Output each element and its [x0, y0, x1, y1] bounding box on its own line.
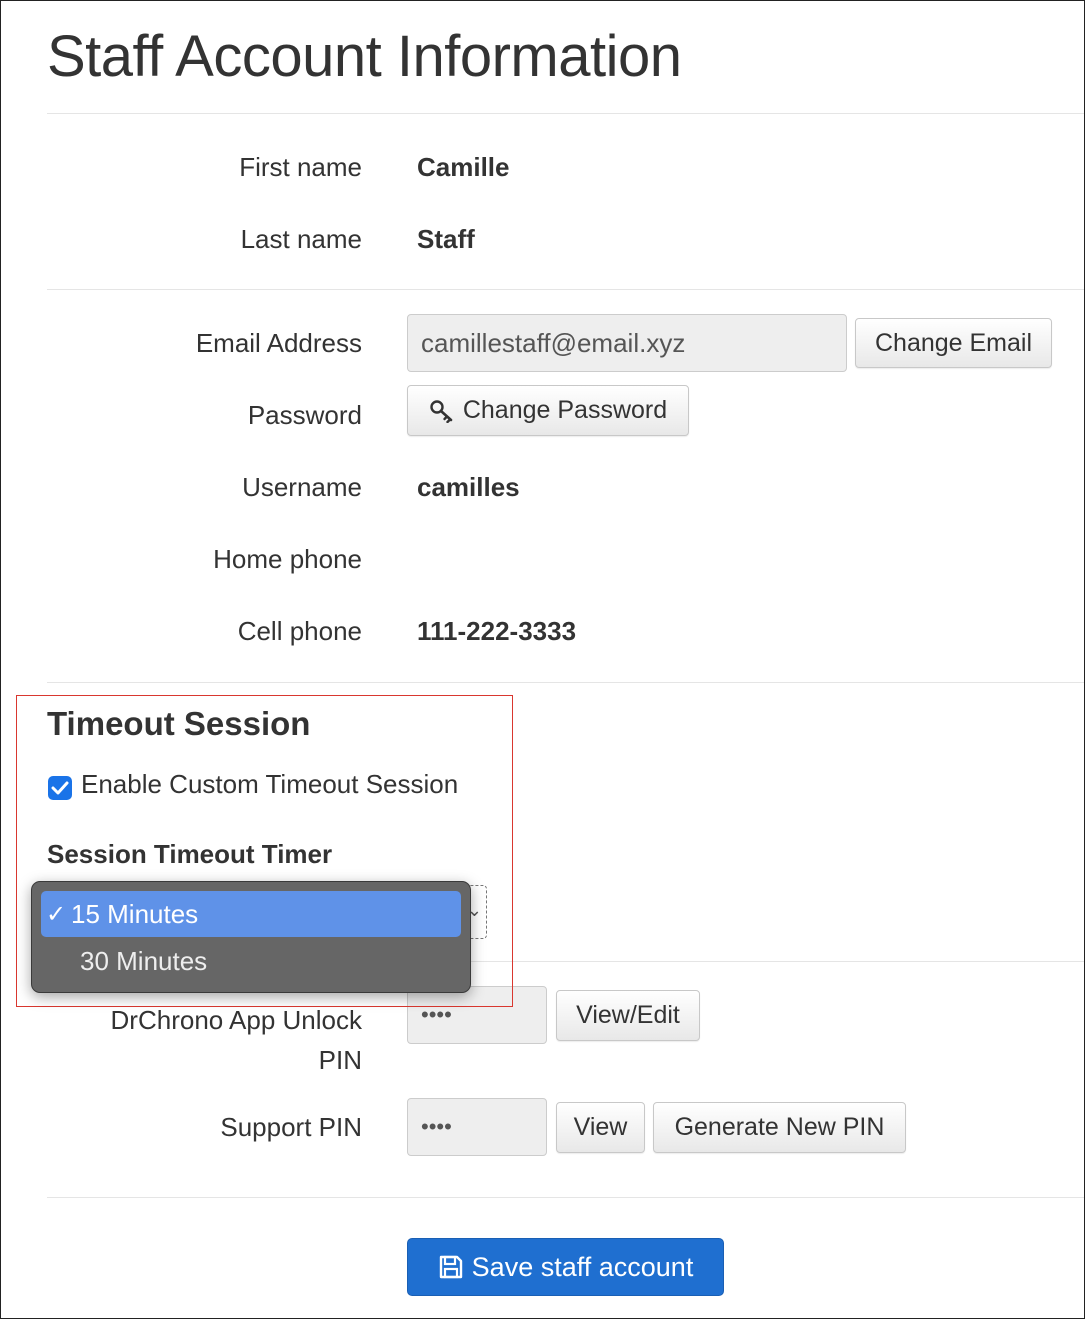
page-frame: Staff Account Information First name Cam… — [0, 0, 1085, 1319]
generate-pin-button[interactable]: Generate New PIN — [653, 1102, 906, 1153]
key-icon — [430, 399, 453, 423]
cell-phone-value: 111-222-3333 — [417, 616, 577, 646]
support-pin-value: •••• — [421, 1114, 452, 1139]
checkmark-icon — [51, 781, 69, 795]
selected-check-icon: ✓ — [45, 900, 67, 928]
session-timer-label: Session Timeout Timer — [47, 839, 333, 869]
support-pin-label: Support PIN — [220, 1112, 362, 1142]
username-value: camilles — [417, 472, 520, 502]
page-title: Staff Account Information — [47, 24, 682, 89]
enable-timeout-checkbox[interactable] — [48, 776, 72, 800]
divider — [47, 113, 1084, 114]
username-label: Username — [242, 472, 362, 502]
email-label: Email Address — [195, 328, 362, 358]
timeout-session-heading: Timeout Session — [47, 705, 311, 742]
save-staff-account-button[interactable]: Save staff account — [407, 1238, 724, 1296]
email-field[interactable]: camillestaff@email.xyz — [407, 314, 847, 372]
app-unlock-pin-value: •••• — [421, 1002, 452, 1027]
divider — [47, 289, 1084, 290]
change-email-button[interactable]: Change Email — [855, 318, 1052, 368]
option-label: 30 Minutes — [80, 945, 208, 976]
first-name-label: First name — [239, 152, 362, 182]
home-phone-label: Home phone — [213, 544, 362, 574]
last-name-value: Staff — [417, 224, 475, 254]
change-password-button[interactable]: Change Password — [407, 385, 689, 436]
option-label: 15 Minutes — [71, 898, 199, 929]
view-edit-button[interactable]: View/Edit — [556, 990, 700, 1041]
last-name-label: Last name — [240, 224, 362, 254]
dropdown-option-15[interactable]: ✓ 15 Minutes — [41, 891, 461, 937]
divider — [47, 682, 1084, 683]
view-pin-button[interactable]: View — [556, 1102, 645, 1153]
floppy-disk-icon — [439, 1255, 462, 1279]
password-label: Password — [247, 400, 362, 430]
email-field-value: camillestaff@email.xyz — [421, 327, 686, 358]
app-unlock-pin-label-line1: DrChrono App Unlock — [110, 1005, 362, 1035]
app-unlock-pin-label: DrChrono App Unlock PIN — [111, 1000, 362, 1080]
change-password-label: Change Password — [462, 396, 668, 424]
enable-timeout-label[interactable]: Enable Custom Timeout Session — [81, 769, 458, 800]
save-label: Save staff account — [471, 1251, 694, 1282]
app-unlock-pin-label-line2: PIN — [318, 1045, 362, 1075]
first-name-value: Camille — [417, 152, 510, 182]
app-unlock-pin-field[interactable]: •••• — [407, 986, 547, 1044]
divider — [47, 1197, 1084, 1198]
dropdown-option-30[interactable]: 30 Minutes — [41, 938, 461, 984]
support-pin-field[interactable]: •••• — [407, 1098, 547, 1156]
session-timer-dropdown[interactable]: ✓ 15 Minutes 30 Minutes — [31, 881, 471, 993]
cell-phone-label: Cell phone — [237, 616, 362, 646]
